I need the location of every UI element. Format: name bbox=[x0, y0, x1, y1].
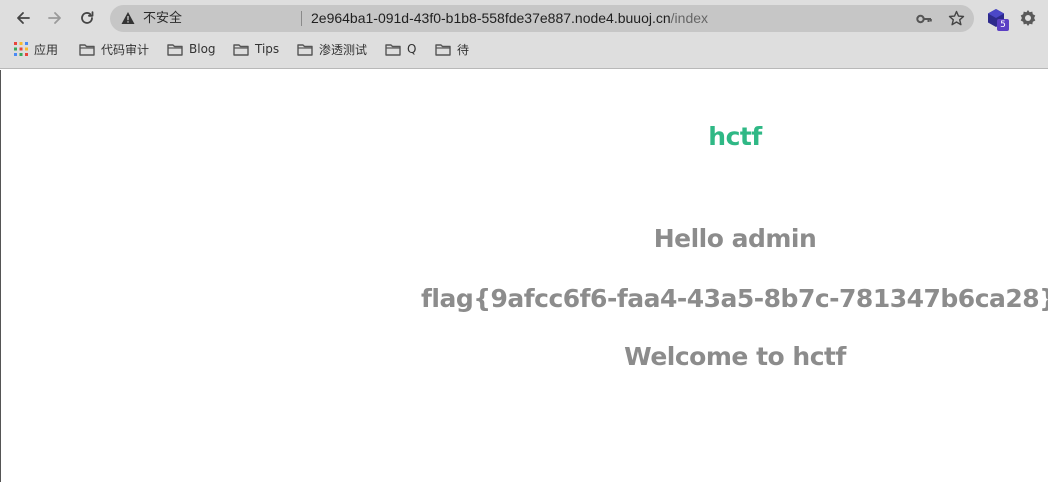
gear-icon bbox=[1020, 10, 1036, 26]
warning-icon[interactable] bbox=[121, 11, 135, 25]
bookmark-folder-code-audit[interactable]: 代码审计 bbox=[79, 38, 149, 60]
security-label[interactable]: 不安全 bbox=[143, 10, 182, 27]
folder-icon bbox=[167, 43, 183, 56]
folder-icon bbox=[79, 43, 95, 56]
bookmark-folder-blog[interactable]: Blog bbox=[167, 38, 216, 60]
folder-icon bbox=[297, 43, 313, 56]
star-icon[interactable] bbox=[948, 10, 965, 27]
flag-heading: flag{9afcc6f6-faa4-43a5-8b7c-781347b6ca2… bbox=[421, 284, 1048, 313]
bookmark-apps[interactable]: 应用 bbox=[14, 38, 58, 60]
reload-button[interactable] bbox=[76, 7, 98, 29]
address-separator bbox=[301, 11, 302, 26]
bookmark-label: 代码审计 bbox=[101, 42, 150, 57]
browser-toolbar: 不安全 2e964ba1-091d-43f0-b1b8-558fde37e887… bbox=[0, 0, 1048, 36]
url-host: 2e964ba1-091d-43f0-b1b8-558fde37e887.nod… bbox=[311, 10, 671, 26]
extension-button[interactable]: 5 bbox=[986, 8, 1010, 32]
browser-chrome: 不安全 2e964ba1-091d-43f0-b1b8-558fde37e887… bbox=[0, 0, 1048, 69]
extension-badge: 5 bbox=[997, 19, 1009, 31]
arrow-right-icon bbox=[48, 12, 61, 24]
back-button[interactable] bbox=[12, 7, 34, 29]
bookmark-label: Q bbox=[407, 42, 417, 56]
bookmark-label: 渗透测试 bbox=[319, 42, 368, 57]
folder-icon bbox=[435, 43, 451, 56]
greeting-heading: Hello admin bbox=[653, 224, 817, 253]
reload-icon bbox=[81, 11, 94, 24]
key-icon[interactable] bbox=[916, 12, 932, 26]
url-text[interactable]: 2e964ba1-091d-43f0-b1b8-558fde37e887.nod… bbox=[311, 9, 708, 28]
folder-icon bbox=[385, 43, 401, 56]
url-path: /index bbox=[670, 10, 709, 26]
bookmark-folder-todo[interactable]: 待 bbox=[435, 38, 469, 60]
arrow-left-icon bbox=[17, 12, 30, 24]
bookmark-folder-q[interactable]: Q bbox=[385, 38, 416, 60]
page-title: hctf bbox=[708, 122, 762, 151]
folder-icon bbox=[233, 43, 249, 56]
bookmark-folder-tips[interactable]: Tips bbox=[233, 38, 279, 60]
bookmark-label: 待 bbox=[457, 42, 470, 57]
bookmarks-bar: 应用 代码审计 Blog Tips 渗透测试 Q 待 bbox=[0, 38, 1048, 62]
welcome-heading: Welcome to hctf bbox=[624, 342, 846, 371]
bookmark-label: Tips bbox=[255, 42, 280, 56]
bookmark-label: 应用 bbox=[34, 42, 59, 57]
bookmark-label: Blog bbox=[189, 42, 216, 56]
address-bar[interactable]: 不安全 2e964ba1-091d-43f0-b1b8-558fde37e887… bbox=[110, 5, 974, 32]
apps-grid-icon bbox=[14, 42, 28, 56]
settings-extension-button[interactable] bbox=[1018, 8, 1038, 28]
page-content: hctf Hello admin flag{9afcc6f6-faa4-43a5… bbox=[0, 70, 1048, 482]
bookmark-folder-pentest[interactable]: 渗透测试 bbox=[297, 38, 367, 60]
forward-button[interactable] bbox=[44, 7, 66, 29]
